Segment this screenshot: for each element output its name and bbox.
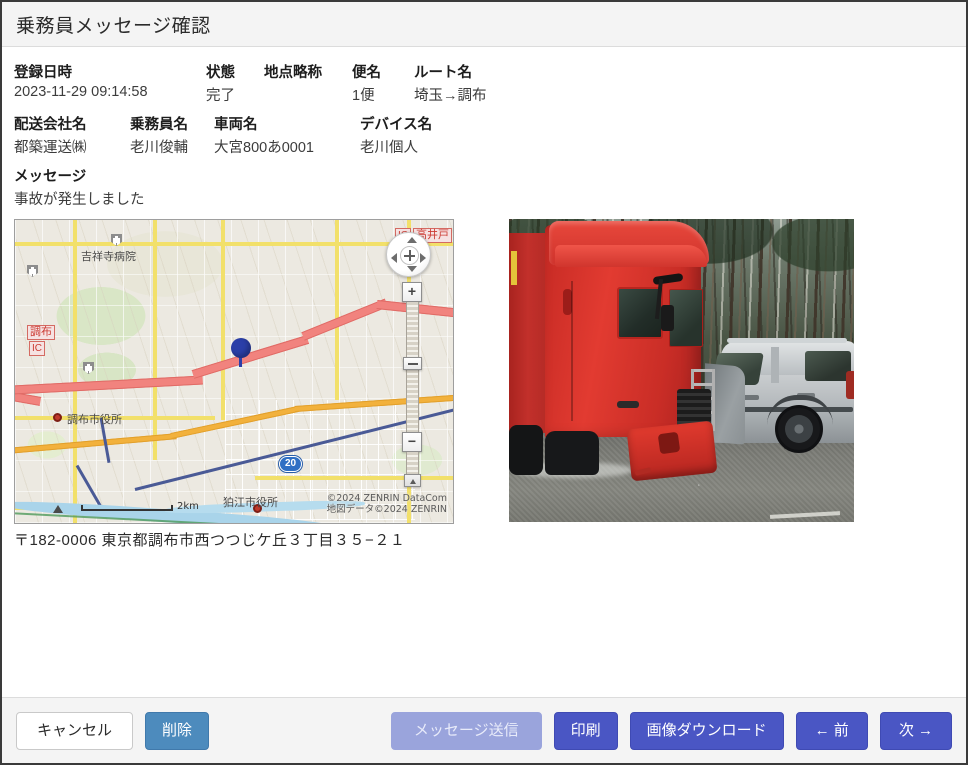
photo-car-pillar: [771, 347, 779, 383]
detail-group-primary: 登録日時 状態 地点略称 便名 ルート名 2023-11-29 09:14:58…: [14, 61, 954, 105]
accident-photo[interactable]: [509, 219, 854, 522]
map-scale-bar: 2km: [81, 501, 199, 512]
map-road-yellow: [221, 220, 225, 420]
value-flight-name: 1便: [352, 88, 375, 104]
photo-truck-wheel: [509, 425, 543, 475]
photo-truck-wheel: [545, 431, 599, 475]
location-address: 〒182-0006 東京都調布市西つつじケ丘３丁目３５−２１: [14, 532, 406, 549]
scale-label: 2km: [177, 501, 199, 512]
send-message-button: メッセージ送信: [390, 711, 542, 750]
value-vehicle-name: 大宮800あ0001: [214, 140, 314, 156]
photo-car-rim: [785, 415, 813, 443]
photo-car-roof-rail: [727, 338, 847, 343]
arrow-right-icon: →: [918, 721, 933, 739]
pan-down-icon[interactable]: [406, 266, 417, 272]
label-driver-name: 乗務員名: [130, 117, 188, 133]
location-pin-icon[interactable]: [231, 338, 251, 367]
map-road-yellow: [73, 220, 77, 523]
pan-left-icon[interactable]: [391, 252, 397, 263]
pin-head: [231, 338, 251, 358]
photo-panel: [509, 219, 854, 522]
detail-values-row-2: 都築運送㈱ 老川俊輔 大宮800あ0001 老川個人: [14, 136, 954, 157]
map-attribution-line-1: ©2024 ZENRIN DataCom: [326, 493, 447, 504]
value-device-name: 老川個人: [360, 140, 418, 156]
previous-button-label: 前: [833, 721, 849, 739]
label-point-abbrev: 地点略称: [264, 65, 322, 81]
photo-truck-windshield: [669, 289, 703, 347]
zoom-in-button[interactable]: +: [402, 282, 422, 302]
zoom-track-lower[interactable]: [405, 370, 419, 432]
map-view[interactable]: 吉祥寺病院 調布 IC IC 高井戸 20 調布市役所 狛江市役所: [14, 219, 454, 524]
map-road-yellow: [153, 220, 157, 460]
detail-labels-row-1: 登録日時 状態 地点略称 便名 ルート名: [14, 61, 954, 82]
dialog-footer: キャンセル 削除 メッセージ送信 印刷 画像ダウンロード ← 前 次 →: [2, 697, 966, 763]
map-panel: 吉祥寺病院 調布 IC IC 高井戸 20 調布市役所 狛江市役所: [14, 219, 454, 550]
print-button[interactable]: 印刷: [553, 711, 618, 750]
dialog-header: 乗務員メッセージ確認: [2, 2, 966, 47]
pan-up-icon[interactable]: [406, 237, 417, 243]
label-route-name: ルート名: [414, 65, 472, 81]
next-button-label: 次: [898, 721, 914, 739]
photo-truck-door-handle: [617, 401, 639, 408]
footer-left-actions: キャンセル 削除: [16, 711, 210, 750]
photo-truck-roof-fairing: [555, 245, 707, 267]
zoom-track-tail: [405, 452, 419, 474]
zoom-out-button[interactable]: −: [402, 432, 422, 452]
zoom-slider-handle[interactable]: [402, 357, 422, 370]
next-button[interactable]: 次 →: [879, 711, 952, 750]
page-title: 乗務員メッセージ確認: [16, 15, 211, 37]
label-vehicle-name: 車両名: [214, 117, 258, 133]
pan-right-icon[interactable]: [420, 252, 426, 263]
dialog-body: 登録日時 状態 地点略称 便名 ルート名 2023-11-29 09:14:58…: [2, 47, 966, 697]
label-device-name: デバイス名: [360, 117, 433, 133]
map-poi-label-hospital: 吉祥寺病院: [81, 250, 136, 263]
detail-values-row-1: 2023-11-29 09:14:58 完了 1便 埼玉→調布: [14, 84, 954, 105]
scale-line: [81, 505, 173, 511]
value-driver-name: 老川俊輔: [130, 140, 188, 156]
map-road-yellow: [255, 476, 453, 480]
value-status: 完了: [206, 88, 235, 104]
map-ic-label-chofu-ic: IC: [29, 341, 45, 356]
value-carrier-name: 都築運送㈱: [14, 140, 87, 156]
value-route-name: 埼玉→調布: [414, 88, 487, 104]
map-poi-label-komae-cityhall: 狛江市役所: [223, 496, 278, 509]
footer-right-actions: メッセージ送信 印刷 画像ダウンロード ← 前 次 →: [390, 711, 952, 750]
label-message: メッセージ: [14, 169, 87, 185]
city-hall-marker: [53, 413, 62, 422]
photo-trailer-marker: [511, 251, 517, 285]
arrow-left-icon: ←: [814, 721, 830, 739]
driver-message-dialog: 乗務員メッセージ確認 登録日時 状態 地点略称 便名 ルート名 2023-11-…: [0, 0, 968, 765]
value-message: 事故が発生しました: [14, 192, 145, 208]
map-attribution-line-2: 地図データ©2024 ZENRIN: [326, 504, 447, 515]
label-flight-name: 便名: [352, 65, 381, 81]
map-collapse-button[interactable]: [403, 474, 421, 487]
label-carrier-name: 配送会社名: [14, 117, 87, 133]
map-ic-label-chofu: 調布: [27, 325, 55, 340]
cancel-button[interactable]: キャンセル: [16, 711, 134, 750]
detail-labels-row-2: 配送会社名 乗務員名 車両名 デバイス名: [14, 113, 954, 134]
map-pan-control[interactable]: [386, 232, 431, 277]
photo-truck-bumper-hole: [657, 431, 681, 455]
zoom-track-upper[interactable]: [405, 302, 419, 357]
photo-car-rear-window: [805, 351, 851, 381]
map-poi-label-chofu-cityhall: 調布市役所: [67, 413, 122, 426]
route-shield-20: 20: [279, 456, 302, 472]
pan-center-move-icon[interactable]: [400, 246, 419, 265]
delete-button[interactable]: 削除: [145, 711, 210, 750]
photo-truck-mirror: [661, 305, 674, 331]
map-road-yellow: [335, 220, 339, 400]
map-zoom-slider[interactable]: + −: [401, 282, 423, 487]
photo-car-taillight: [846, 371, 854, 399]
label-status: 状態: [206, 65, 235, 81]
value-registered-datetime: 2023-11-29 09:14:58: [14, 84, 148, 100]
map-attribution: ©2024 ZENRIN DataCom 地図データ©2024 ZENRIN: [327, 493, 447, 515]
label-registered-datetime: 登録日時: [14, 65, 72, 81]
download-image-button[interactable]: 画像ダウンロード: [629, 711, 784, 750]
detail-group-secondary: 配送会社名 乗務員名 車両名 デバイス名 都築運送㈱ 老川俊輔 大宮800あ00…: [14, 113, 954, 157]
scale-north-icon: [53, 505, 63, 513]
photo-truck-door-seam: [571, 281, 573, 421]
previous-button[interactable]: ← 前: [795, 711, 868, 750]
media-area: 吉祥寺病院 調布 IC IC 高井戸 20 調布市役所 狛江市役所: [14, 219, 954, 550]
